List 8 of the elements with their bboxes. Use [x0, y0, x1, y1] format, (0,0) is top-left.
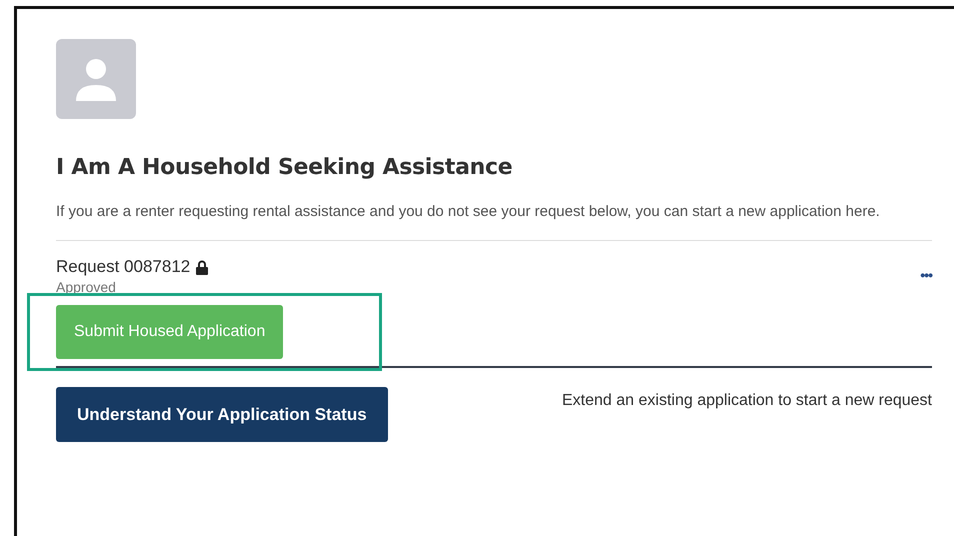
- avatar-icon: [56, 39, 136, 119]
- more-menu-button[interactable]: •••: [920, 267, 932, 283]
- status-text: Approved: [56, 279, 116, 295]
- extend-note: Extend an existing application to start a new request: [561, 391, 932, 411]
- section-heading: I Am A Household Seeking Assistance: [56, 155, 514, 180]
- request-title: Request 0087812: [56, 257, 190, 277]
- description-text: If you are a renter requesting rental assistance and you do not see your request below, you can start a new application here.: [56, 202, 881, 222]
- status-button[interactable]: Understand Your Application Status: [56, 387, 388, 442]
